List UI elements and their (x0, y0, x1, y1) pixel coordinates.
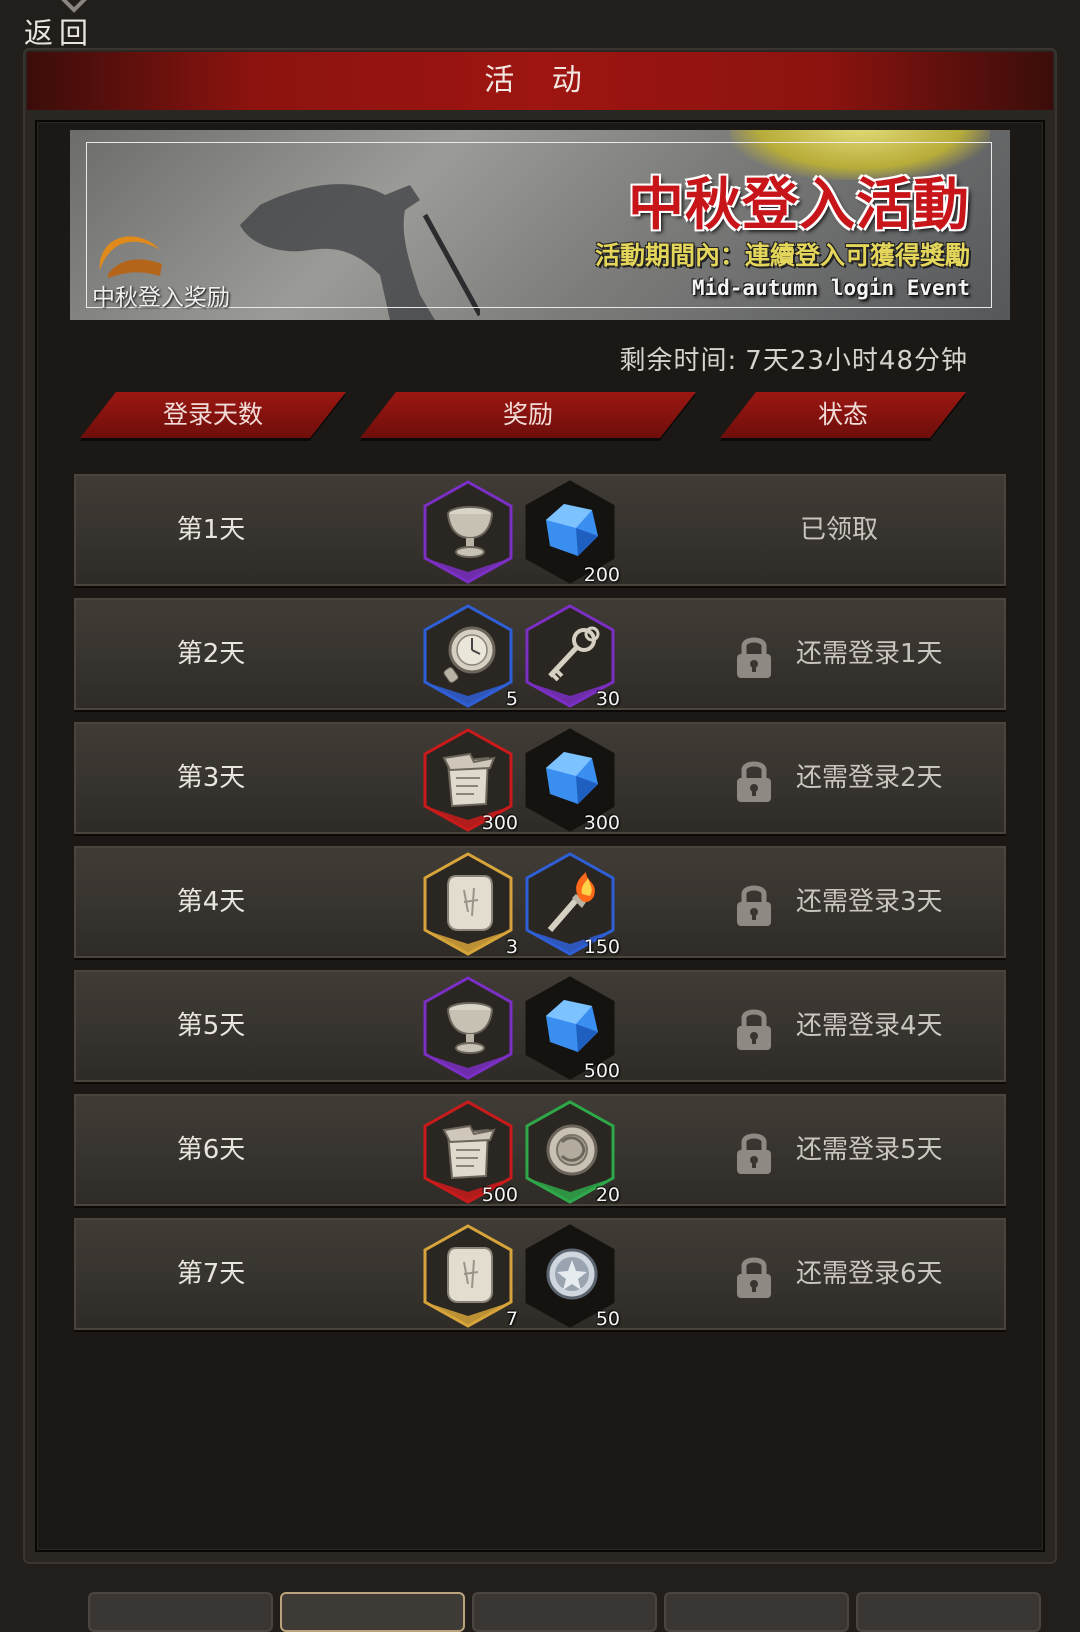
rune-stone-icon (447, 875, 493, 931)
status-locked: 还需登录1天 (734, 600, 1004, 708)
status-locked: 还需登录6天 (734, 1220, 1004, 1328)
reward-qty: 5 (505, 688, 518, 710)
column-header-status: 状态 (720, 392, 966, 438)
status-text: 还需登录1天 (796, 639, 943, 669)
status-locked: 还需登录2天 (734, 724, 1004, 832)
bottom-tab[interactable] (856, 1592, 1041, 1632)
blue-crystal-icon (546, 752, 598, 804)
remaining-time: 剩余时间: 7天23小时48分钟 (620, 340, 968, 377)
status-text: 还需登录5天 (796, 1135, 943, 1165)
remaining-time-label: 剩余时间: (619, 346, 738, 376)
reward-row[interactable]: 第4天 3 150 还需登录3天 (74, 846, 1006, 958)
reward-item[interactable] (422, 480, 518, 584)
status-text: 还需登录4天 (796, 1011, 943, 1041)
chalice-icon (447, 506, 493, 558)
status-locked: 还需登录4天 (734, 972, 1004, 1080)
torch-icon (547, 872, 595, 932)
column-header-reward: 奖励 (360, 392, 696, 438)
reward-qty: 500 (583, 1060, 620, 1082)
lock-icon (737, 1009, 771, 1050)
reward-row[interactable]: 第7天 7 50 还需登录6天 (74, 1218, 1006, 1330)
bottom-tab[interactable] (664, 1592, 849, 1632)
reward-item[interactable]: 50 (524, 1224, 620, 1330)
bottom-tab[interactable] (88, 1592, 273, 1632)
back-button[interactable]: 返回 (24, 0, 114, 50)
status-claimed: 已领取 (799, 515, 878, 545)
key-icon (548, 626, 600, 682)
reward-item[interactable]: 200 (524, 480, 620, 586)
day-label: 第2天 (176, 639, 246, 669)
blue-crystal-icon (546, 504, 598, 556)
lock-icon (737, 761, 771, 802)
reward-item[interactable]: 300 (422, 728, 518, 834)
silver-coin-icon (546, 1248, 598, 1300)
status-text: 还需登录6天 (796, 1259, 943, 1289)
reward-qty: 150 (583, 936, 620, 958)
status-text: 还需登录2天 (796, 763, 943, 793)
event-banner: 中秋登入活動 活動期間內：連續登入可獲得獎勵 Mid-autumn login … (70, 130, 1010, 320)
scroll-icon (442, 1124, 496, 1180)
reward-item[interactable]: 500 (422, 1100, 518, 1206)
bottom-tab[interactable] (472, 1592, 657, 1632)
reward-item[interactable]: 300 (524, 728, 620, 834)
day-label: 第1天 (176, 515, 246, 545)
reward-item[interactable]: 5 (422, 604, 518, 710)
reward-qty: 200 (583, 564, 620, 586)
reward-qty: 500 (481, 1184, 518, 1206)
scroll-icon (442, 752, 496, 808)
banner-english: Mid-autumn login Event (691, 276, 970, 300)
reward-row[interactable]: 第3天 300 300 还需登录2天 (74, 722, 1006, 834)
reward-item[interactable] (422, 976, 518, 1080)
rune-stone-icon (447, 1247, 493, 1303)
window-content (35, 120, 1045, 1552)
back-label: 返回 (24, 16, 95, 50)
lock-icon (737, 1133, 771, 1174)
pocket-watch-icon (443, 626, 496, 683)
day-label: 第3天 (176, 763, 246, 793)
reward-item[interactable]: 30 (524, 604, 620, 710)
day-label: 第5天 (176, 1011, 246, 1041)
reward-qty: 300 (481, 812, 518, 834)
remaining-time-value: 7天23小时48分钟 (745, 346, 968, 376)
reward-row[interactable]: 第6天 500 20 还需登录5天 (74, 1094, 1006, 1206)
medallion-icon (546, 1124, 598, 1176)
lock-icon (737, 885, 771, 926)
reward-qty: 30 (595, 688, 620, 710)
reward-item[interactable]: 20 (524, 1100, 620, 1206)
reward-qty: 20 (595, 1184, 620, 1206)
day-label: 第6天 (176, 1135, 246, 1165)
reward-item[interactable]: 7 (422, 1224, 518, 1330)
reward-row[interactable]: 第2天 5 30 还需登录1天 (74, 598, 1006, 710)
banner-subline: 活動期間內：連續登入可獲得獎勵 (594, 241, 970, 270)
column-header-day: 登录天数 (80, 392, 346, 438)
blue-crystal-icon (546, 1000, 598, 1052)
reward-qty: 300 (583, 812, 620, 834)
day-label: 第7天 (176, 1259, 246, 1289)
game-logo (99, 236, 162, 278)
chalice-icon (447, 1002, 493, 1054)
bottom-tab-bar (0, 1590, 1080, 1632)
reward-qty: 50 (595, 1308, 620, 1330)
reward-qty: 3 (505, 936, 518, 958)
reward-item[interactable]: 150 (524, 852, 620, 958)
status-locked: 还需登录3天 (734, 848, 1004, 956)
status-text: 还需登录3天 (796, 887, 943, 917)
reward-row[interactable]: 第1天 200 已领取 (74, 474, 1006, 586)
reward-qty: 7 (505, 1308, 518, 1330)
lock-icon (737, 1257, 771, 1298)
banner-headline: 中秋登入活動 (628, 172, 970, 238)
window-title: 活 动 (27, 52, 1053, 110)
day-label: 第4天 (176, 887, 246, 917)
bottom-tab[interactable] (280, 1592, 465, 1632)
reward-item[interactable]: 500 (524, 976, 620, 1082)
banner-caption: 中秋登入奖励 (92, 285, 230, 311)
status-locked: 还需登录5天 (734, 1096, 1004, 1204)
reward-item[interactable]: 3 (422, 852, 518, 958)
reward-row[interactable]: 第5天 500 还需登录4天 (74, 970, 1006, 1082)
lock-icon (737, 637, 771, 678)
